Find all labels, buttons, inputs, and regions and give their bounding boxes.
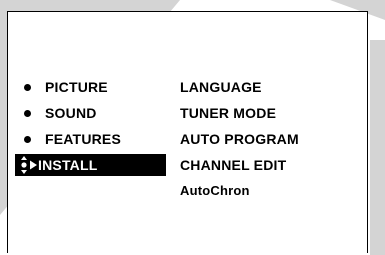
submenu-item-channel-edit[interactable]: CHANNEL EDIT xyxy=(180,152,365,178)
bullet-icon xyxy=(24,110,31,117)
install-submenu: LANGUAGE TUNER MODE AUTO PROGRAM CHANNEL… xyxy=(180,74,365,204)
main-menu-item-label: PICTURE xyxy=(45,79,108,95)
main-menu-item-sound[interactable]: SOUND xyxy=(15,100,185,126)
main-menu: PICTURE SOUND FEATURES INSTALL xyxy=(15,74,185,176)
main-menu-item-label: SOUND xyxy=(45,105,97,121)
submenu-item-auto-program[interactable]: AUTO PROGRAM xyxy=(180,126,365,152)
main-menu-item-label: FEATURES xyxy=(45,131,122,147)
bullet-icon xyxy=(24,84,31,91)
updown-arrow-pointer-icon xyxy=(21,156,37,174)
main-menu-item-picture[interactable]: PICTURE xyxy=(15,74,185,100)
osd-menu-panel: PICTURE SOUND FEATURES INSTALL LANGUAGE … xyxy=(7,11,368,253)
bullet-icon xyxy=(24,136,31,143)
submenu-item-tuner-mode[interactable]: TUNER MODE xyxy=(180,100,365,126)
main-menu-item-install[interactable]: INSTALL xyxy=(15,154,166,176)
main-menu-item-label: INSTALL xyxy=(38,157,98,173)
submenu-item-autochron[interactable]: AutoChron xyxy=(180,178,365,204)
tv-screen: PICTURE SOUND FEATURES INSTALL LANGUAGE … xyxy=(0,0,385,255)
main-menu-item-features[interactable]: FEATURES xyxy=(15,126,185,152)
submenu-item-language[interactable]: LANGUAGE xyxy=(180,74,365,100)
